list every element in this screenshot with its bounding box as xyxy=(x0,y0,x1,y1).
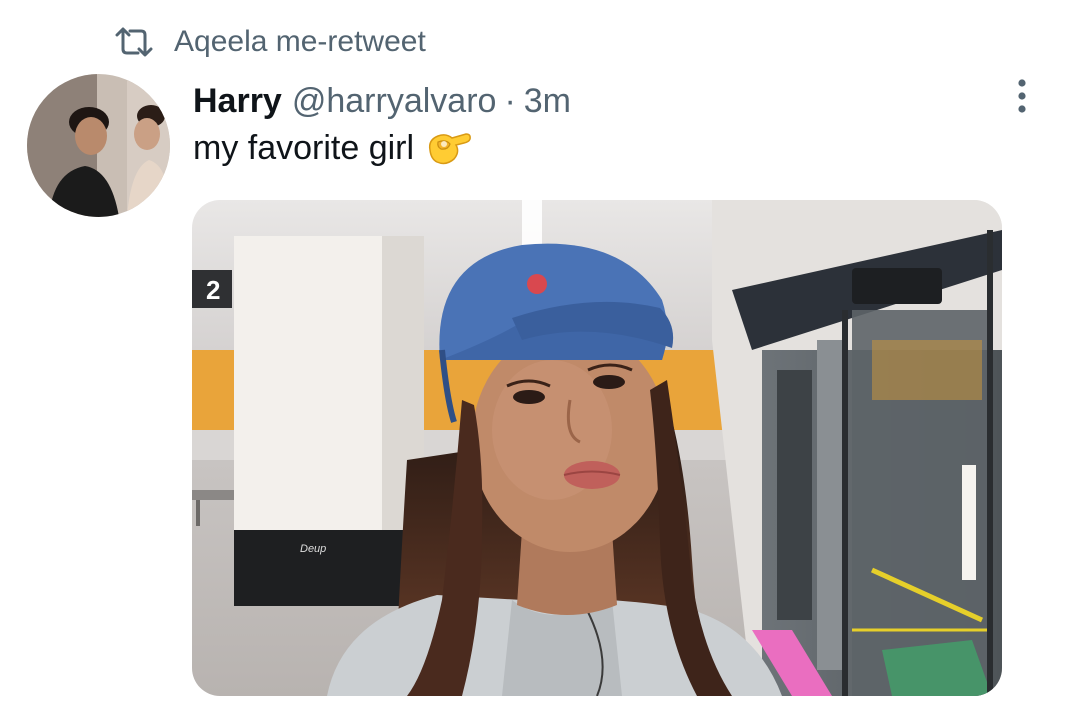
tweet-header: Harry @harryalvaro · 3m xyxy=(193,78,571,124)
platform-number: 2 xyxy=(206,275,220,305)
retweet-icon xyxy=(114,27,154,57)
social-context: Aqeela me-retweet xyxy=(114,22,426,62)
tweet[interactable]: Aqeela me-retweet Harry @harryalvaro · 3… xyxy=(0,0,1080,712)
timestamp[interactable]: 3m xyxy=(524,82,571,121)
retweeted-by-text[interactable]: Aqeela me-retweet xyxy=(174,25,426,59)
pillar-logo: Deup xyxy=(300,543,326,555)
pinching-hand-emoji xyxy=(426,128,472,168)
more-options-button[interactable] xyxy=(1000,76,1044,120)
more-vertical-icon xyxy=(1016,78,1028,119)
tweet-text-content: my favorite girl xyxy=(193,128,415,167)
tweet-text: my favorite girl xyxy=(193,124,472,172)
display-name[interactable]: Harry xyxy=(193,82,282,121)
user-handle[interactable]: @harryalvaro xyxy=(292,82,497,121)
separator-dot: · xyxy=(504,81,516,120)
tweet-photo[interactable]: 2 Deup xyxy=(192,200,1002,696)
avatar[interactable] xyxy=(27,74,170,217)
